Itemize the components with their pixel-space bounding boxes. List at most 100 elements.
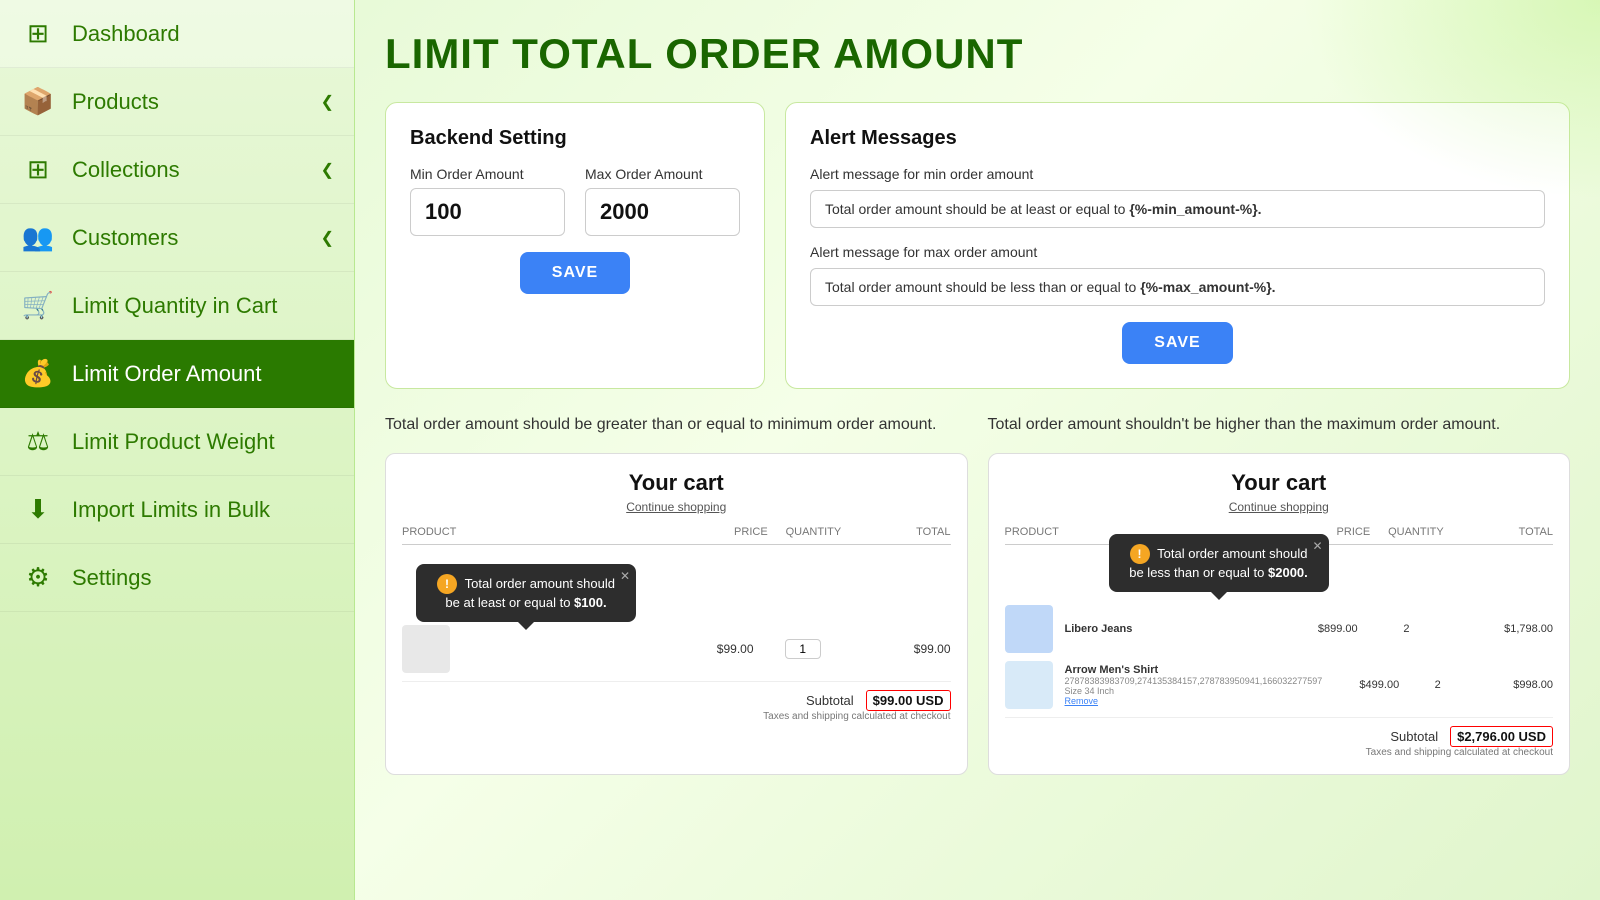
dashboard-icon: ⊞: [20, 18, 56, 49]
preview-right-product2-row: Arrow Men's Shirt 27878383983709,2741353…: [1005, 661, 1554, 709]
sidebar-item-dashboard[interactable]: ⊞ Dashboard: [0, 0, 354, 68]
product1-qty: 2: [1358, 623, 1456, 635]
alerts-save-button[interactable]: SAVE: [1122, 322, 1232, 364]
sidebar-item-label: Products: [72, 89, 159, 115]
description-row: Total order amount should be greater tha…: [385, 413, 1570, 437]
import-icon: ⬇: [20, 494, 56, 525]
subtotal-value-r: $2,796.00 USD: [1450, 726, 1553, 747]
header-product: PRODUCT: [402, 526, 676, 538]
product2-remove-link[interactable]: Remove: [1065, 696, 1323, 706]
max-alert-label: Alert message for max order amount: [810, 244, 1545, 260]
warning-icon-r: !: [1130, 544, 1150, 564]
subtotal-value: $99.00 USD: [866, 690, 951, 711]
header-quantity-r: QUANTITY: [1370, 526, 1461, 538]
preview-right-title: Your cart: [1005, 470, 1554, 496]
preview-left-title: Your cart: [402, 470, 951, 496]
min-tooltip-bubble: ! ✕ Total order amount should be at leas…: [416, 564, 636, 622]
sidebar-item-label: Collections: [72, 157, 180, 183]
product-qty: [754, 639, 853, 659]
header-total-r: TOTAL: [1462, 526, 1553, 538]
product-price: $99.00: [655, 642, 754, 656]
sidebar-item-settings[interactable]: ⚙ Settings: [0, 544, 354, 612]
preview-min-card: Your cart Continue shopping PRODUCT PRIC…: [385, 453, 968, 775]
left-description: Total order amount should be greater tha…: [385, 413, 968, 437]
sidebar-item-import-limits[interactable]: ⬇ Import Limits in Bulk: [0, 476, 354, 544]
header-price: PRICE: [676, 526, 767, 538]
sidebar-item-collections[interactable]: ⊞ Collections ❮: [0, 136, 354, 204]
product2-total: $998.00: [1476, 679, 1553, 691]
sidebar-item-products[interactable]: 📦 Products ❮: [0, 68, 354, 136]
product2-info: Arrow Men's Shirt 27878383983709,2741353…: [1061, 664, 1323, 706]
sidebar-item-label: Limit Product Weight: [72, 429, 275, 455]
collections-icon: ⊞: [20, 154, 56, 185]
preview-left-product-row: $99.00 $99.00: [402, 625, 951, 673]
product1-total: $1,798.00: [1455, 623, 1553, 635]
preview-max-card: Your cart Continue shopping PRODUCT PRIC…: [988, 453, 1571, 775]
max-order-input[interactable]: [585, 188, 740, 236]
product1-thumbnail: [1005, 605, 1053, 653]
subtotal-row-right: Subtotal $2,796.00 USD: [1005, 717, 1554, 747]
backend-setting-card: Backend Setting Min Order Amount Max Ord…: [385, 102, 765, 389]
chevron-icon: ❮: [321, 160, 334, 180]
tooltip-min-amount: $100.: [574, 595, 607, 610]
taxes-note-left: Taxes and shipping calculated at checkou…: [402, 711, 951, 722]
product1-price: $899.00: [1260, 623, 1358, 635]
max-order-group: Max Order Amount: [585, 166, 740, 236]
settings-icon: ⚙: [20, 562, 56, 593]
product-thumbnail: [402, 625, 450, 673]
min-alert-label: Alert message for min order amount: [810, 166, 1545, 182]
backend-save-button[interactable]: SAVE: [520, 252, 630, 294]
preview-left-link[interactable]: Continue shopping: [402, 500, 951, 514]
cart-icon: 🛒: [20, 290, 56, 321]
preview-row: Your cart Continue shopping PRODUCT PRIC…: [385, 453, 1570, 775]
preview-left-header: PRODUCT PRICE QUANTITY TOTAL: [402, 526, 951, 545]
product1-info: Libero Jeans: [1061, 623, 1260, 635]
order-amount-fields: Min Order Amount Max Order Amount: [410, 166, 740, 236]
tooltip-close-icon-r[interactable]: ✕: [1312, 538, 1322, 555]
sidebar-item-customers[interactable]: 👥 Customers ❮: [0, 204, 354, 272]
sidebar-item-label: Limit Quantity in Cart: [72, 293, 277, 319]
warning-icon: !: [437, 574, 457, 594]
sidebar-item-limit-quantity[interactable]: 🛒 Limit Quantity in Cart: [0, 272, 354, 340]
min-order-group: Min Order Amount: [410, 166, 565, 236]
header-quantity: QUANTITY: [768, 526, 859, 538]
product2-size: Size 34 Inch: [1065, 686, 1323, 696]
min-order-input[interactable]: [410, 188, 565, 236]
sidebar-item-label: Customers: [72, 225, 178, 251]
main-content: LIMIT TOTAL ORDER AMOUNT Backend Setting…: [355, 0, 1600, 900]
min-order-label: Min Order Amount: [410, 166, 565, 182]
chevron-icon: ❮: [321, 92, 334, 112]
tooltip-close-icon[interactable]: ✕: [620, 568, 630, 585]
sidebar-item-limit-weight[interactable]: ⚖ Limit Product Weight: [0, 408, 354, 476]
product2-price: $499.00: [1322, 679, 1399, 691]
chevron-icon: ❮: [321, 228, 334, 248]
sidebar-item-label: Dashboard: [72, 21, 180, 47]
alert-messages-card: Alert Messages Alert message for min ord…: [785, 102, 1570, 389]
money-icon: 💰: [20, 358, 56, 389]
product-total: $99.00: [852, 642, 951, 656]
sidebar-item-limit-order[interactable]: 💰 Limit Order Amount: [0, 340, 354, 408]
backend-setting-title: Backend Setting: [410, 127, 740, 150]
tooltip-max-amount: $2000.: [1268, 565, 1308, 580]
sidebar-item-label: Limit Order Amount: [72, 361, 262, 387]
product1-name: Libero Jeans: [1065, 623, 1260, 635]
max-alert-input[interactable]: Total order amount should be less than o…: [810, 268, 1545, 306]
subtotal-label-r: Subtotal: [1390, 729, 1438, 744]
customers-icon: 👥: [20, 222, 56, 253]
product2-qty: 2: [1399, 679, 1476, 691]
quantity-input[interactable]: [785, 639, 821, 659]
product2-name: Arrow Men's Shirt: [1065, 664, 1323, 676]
max-tooltip-bubble: ! ✕ Total order amount should be less th…: [1109, 534, 1329, 592]
preview-right-link[interactable]: Continue shopping: [1005, 500, 1554, 514]
products-icon: 📦: [20, 86, 56, 117]
subtotal-row-left: Subtotal $99.00 USD: [402, 681, 951, 711]
subtotal-label: Subtotal: [806, 693, 854, 708]
top-cards: Backend Setting Min Order Amount Max Ord…: [385, 102, 1570, 389]
preview-right-product1-row: Libero Jeans $899.00 2 $1,798.00: [1005, 605, 1554, 653]
taxes-note-right: Taxes and shipping calculated at checkou…: [1005, 747, 1554, 758]
min-alert-input[interactable]: Total order amount should be at least or…: [810, 190, 1545, 228]
min-alert-placeholder: {%-min_amount-%}.: [1129, 201, 1261, 217]
page-title: LIMIT TOTAL ORDER AMOUNT: [385, 30, 1570, 78]
alert-messages-title: Alert Messages: [810, 127, 1545, 150]
header-total: TOTAL: [859, 526, 950, 538]
